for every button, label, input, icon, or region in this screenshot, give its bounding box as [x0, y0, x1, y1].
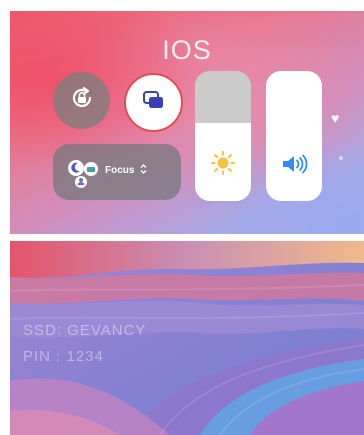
rotation-lock-button[interactable] — [53, 72, 110, 129]
brightness-slider[interactable] — [195, 71, 251, 201]
rotation-lock-icon — [68, 84, 96, 117]
wallpaper-panel: SSD: GEVANCY PIN : 1234 — [10, 241, 364, 435]
page-dot — [339, 156, 343, 160]
panel-title: IOS — [162, 35, 212, 65]
pin-label: PIN : 1234 — [23, 348, 104, 365]
focus-label: Focus — [105, 165, 135, 176]
ssd-label: SSD: GEVANCY — [23, 322, 147, 339]
volume-slider[interactable] — [266, 71, 322, 201]
focus-button[interactable]: Focus — [53, 144, 181, 200]
heart-icon: ♥ — [331, 110, 340, 126]
speaker-icon — [280, 152, 308, 181]
chevron-up-down-icon — [140, 163, 147, 178]
screen-mirroring-icon — [141, 89, 167, 116]
screen-mirroring-button[interactable] — [124, 73, 183, 132]
control-center-panel: IOS Focus ♥ — [10, 11, 364, 234]
focus-mode-icons — [67, 157, 107, 191]
sun-icon — [210, 150, 236, 181]
